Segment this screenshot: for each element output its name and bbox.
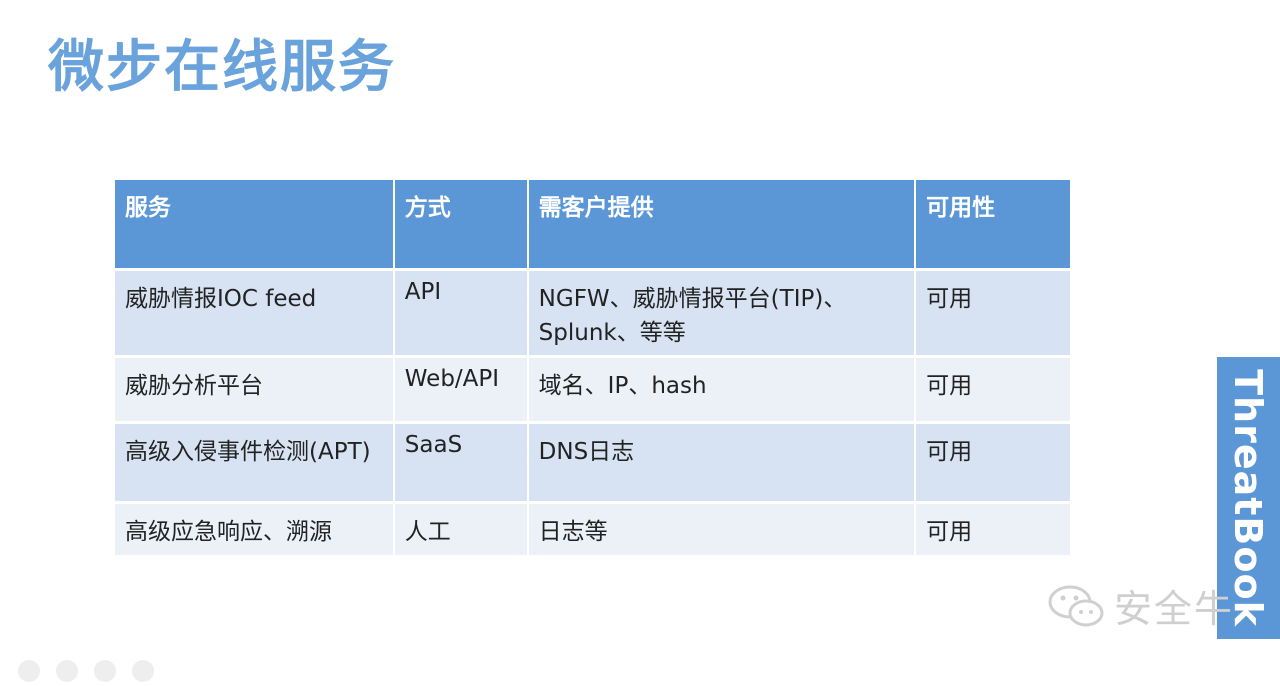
cell-customer-provides: NGFW、威胁情报平台(TIP)、Splunk、等等: [527, 269, 917, 358]
cell-customer-provides: 日志等: [527, 502, 917, 558]
cell-service: 高级入侵事件检测(APT): [115, 422, 395, 504]
cell-availability: 可用: [915, 422, 1072, 504]
slide-title: 微步在线服务: [48, 35, 396, 100]
cell-availability: 可用: [915, 269, 1072, 358]
header-method: 方式: [393, 180, 529, 271]
table-row: 高级入侵事件检测(APT) SaaS DNS日志 可用: [115, 422, 1072, 504]
cell-service: 威胁情报IOC feed: [115, 269, 395, 358]
wechat-icon: [1048, 585, 1104, 626]
header-customer-provides: 需客户提供: [527, 180, 917, 271]
table-header-row: 服务 方式 需客户提供 可用性: [115, 180, 1072, 271]
cell-method: SaaS: [393, 422, 529, 504]
header-availability: 可用性: [915, 180, 1072, 271]
table-row: 威胁分析平台 Web/API 域名、IP、hash 可用: [115, 356, 1072, 424]
header-service: 服务: [115, 180, 395, 271]
nav-dot: [56, 660, 78, 682]
table-row: 高级应急响应、溯源 人工 日志等 可用: [115, 502, 1072, 558]
cell-method: Web/API: [393, 356, 529, 424]
cell-customer-provides: DNS日志: [527, 422, 917, 504]
slide-nav-dots: [18, 660, 170, 686]
cell-availability: 可用: [915, 502, 1072, 558]
cell-customer-provides: 域名、IP、hash: [527, 356, 917, 424]
cell-service: 高级应急响应、溯源: [115, 502, 395, 558]
nav-dot: [132, 660, 154, 682]
cell-method: API: [393, 269, 529, 358]
nav-dot: [94, 660, 116, 682]
services-table: 服务 方式 需客户提供 可用性 威胁情报IOC feed API NGFW、威胁…: [115, 180, 1072, 558]
cell-method: 人工: [393, 502, 529, 558]
watermark-text: 安全牛: [1114, 587, 1235, 631]
cell-availability: 可用: [915, 356, 1072, 424]
nav-dot: [18, 660, 40, 682]
cell-service: 威胁分析平台: [115, 356, 395, 424]
table-row: 威胁情报IOC feed API NGFW、威胁情报平台(TIP)、Splunk…: [115, 269, 1072, 358]
watermark: 安全牛: [1046, 578, 1234, 633]
